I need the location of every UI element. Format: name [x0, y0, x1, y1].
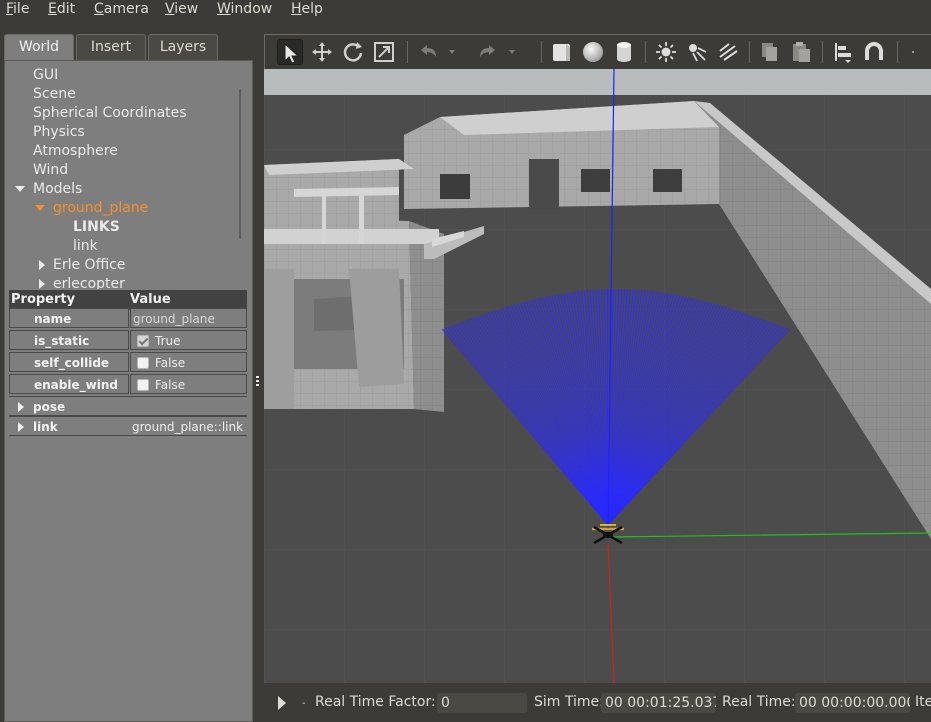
tree-item-erle-office[interactable]: Erle Office [39, 256, 125, 275]
table-row: name ground_plane [9, 308, 247, 328]
snap-icon[interactable] [861, 39, 887, 65]
tree-item-erlecopter-label: erlecopter [53, 276, 125, 289]
tree-item-erlecopter[interactable]: erlecopter [39, 275, 125, 289]
property-link-row[interactable]: link ground_plane::link [9, 416, 247, 436]
value-column-header: Value [130, 292, 171, 307]
undo-dropdown-icon[interactable] [445, 39, 459, 65]
table-row: self_collide False [9, 352, 247, 372]
tab-insert[interactable]: Insert [76, 34, 146, 60]
left-panel: World Insert Layers GUI Scene Spherical … [0, 22, 256, 722]
property-self-collide-value: False [130, 352, 247, 372]
self-collide-text: False [155, 356, 186, 370]
tab-layers[interactable]: Layers [148, 34, 218, 60]
tree-item-links-header: LINKS [73, 219, 120, 235]
box-shape-icon[interactable] [549, 39, 575, 65]
property-header-row: Property Value [9, 290, 247, 310]
copy-icon[interactable] [757, 39, 783, 65]
tree-item-scene[interactable]: Scene [33, 85, 76, 104]
toolbar [264, 34, 931, 69]
tree-item-physics[interactable]: Physics [33, 123, 85, 142]
table-row: is_static True [9, 330, 247, 350]
3d-viewport[interactable] [264, 69, 931, 683]
enable-wind-text: False [155, 378, 186, 392]
tree-scrollbar[interactable] [239, 89, 241, 239]
tab-world[interactable]: World [4, 34, 74, 60]
sim-time-value: 00 00:01:25.037 [601, 693, 716, 713]
tree-item-gui[interactable]: GUI [33, 66, 58, 85]
collapse-arrow-icon[interactable] [39, 279, 45, 289]
tree-item-link[interactable]: link [73, 237, 98, 256]
menu-view[interactable]: View [163, 1, 200, 17]
spot-light-icon[interactable] [684, 39, 710, 65]
undo-icon[interactable] [415, 39, 441, 65]
property-name-label: name [9, 308, 129, 328]
cylinder-shape-icon[interactable] [611, 39, 637, 65]
play-icon[interactable] [278, 696, 286, 710]
real-time-label: Real Time: [722, 694, 796, 710]
property-pose-row[interactable]: pose [9, 396, 247, 416]
property-enable-wind-label: enable_wind [9, 374, 129, 394]
menu-window[interactable]: Window [215, 1, 274, 17]
expand-arrow-icon[interactable] [15, 186, 25, 192]
tree-item-atmosphere[interactable]: Atmosphere [33, 142, 118, 161]
toolbar-overflow-icon[interactable] [911, 39, 917, 65]
property-link-value: ground_plane::link [132, 420, 244, 434]
property-self-collide-label: self_collide [9, 352, 129, 372]
select-arrow-icon[interactable] [277, 39, 303, 65]
enable-wind-checkbox[interactable] [137, 379, 149, 391]
scale-icon[interactable] [371, 39, 397, 65]
is-static-checkbox[interactable] [137, 335, 149, 347]
iterations-label: Ite [915, 694, 931, 710]
menu-file[interactable]: File [4, 1, 31, 17]
tree-item-spherical-coordinates[interactable]: Spherical Coordinates [33, 104, 187, 123]
menu-camera[interactable]: Camera [92, 1, 151, 17]
is-static-text: True [155, 334, 181, 348]
menu-bar: File Edit Camera View Window Help [0, 0, 931, 22]
property-enable-wind-value: False [130, 374, 247, 394]
align-icon[interactable] [830, 39, 856, 65]
gazebo-window: File Edit Camera View Window Help World … [0, 0, 931, 722]
self-collide-checkbox[interactable] [137, 357, 149, 369]
tree-item-models[interactable]: Models [15, 180, 82, 199]
world-panel: GUI Scene Spherical Coordinates Physics … [4, 60, 253, 722]
paste-icon[interactable] [788, 39, 814, 65]
property-is-static-value: True [130, 330, 247, 350]
scene-render [264, 69, 931, 683]
menu-help[interactable]: Help [289, 1, 325, 17]
real-time-factor-label: Real Time Factor: [315, 694, 436, 710]
tree-item-erle-office-label: Erle Office [53, 257, 126, 273]
time-panel: - Real Time Factor: 0 Sim Time: 00 00:01… [264, 683, 931, 722]
property-name-value[interactable]: ground_plane [130, 308, 247, 328]
rotate-icon[interactable] [340, 39, 366, 65]
real-time-factor-value: 0 [437, 693, 527, 713]
table-row: enable_wind False [9, 374, 247, 394]
redo-dropdown-icon[interactable] [505, 39, 519, 65]
world-tree: GUI Scene Spherical Coordinates Physics … [5, 61, 241, 289]
property-pose-label: pose [33, 400, 66, 414]
point-light-icon[interactable] [653, 39, 679, 65]
panel-splitter-handle[interactable] [256, 376, 260, 388]
sphere-shape-icon[interactable] [580, 39, 606, 65]
tree-item-models-label: Models [33, 181, 83, 197]
translate-icon[interactable] [309, 39, 335, 65]
property-is-static-label: is_static [9, 330, 129, 350]
tree-item-wind[interactable]: Wind [33, 161, 68, 180]
redo-icon[interactable] [475, 39, 501, 65]
directional-light-icon[interactable] [715, 39, 741, 65]
menu-edit[interactable]: Edit [46, 1, 77, 17]
tree-item-ground-plane[interactable]: ground_plane [35, 199, 148, 218]
tree-item-ground-plane-label: ground_plane [53, 200, 149, 216]
collapse-arrow-icon[interactable] [39, 260, 45, 270]
step-indicator: - [302, 698, 306, 709]
sim-time-label: Sim Time: [534, 694, 604, 710]
real-time-value: 00 00:00:00.000 [795, 693, 910, 713]
property-link-label: link [33, 420, 58, 434]
expand-arrow-icon[interactable] [35, 205, 45, 211]
property-column-header: Property [11, 292, 76, 307]
